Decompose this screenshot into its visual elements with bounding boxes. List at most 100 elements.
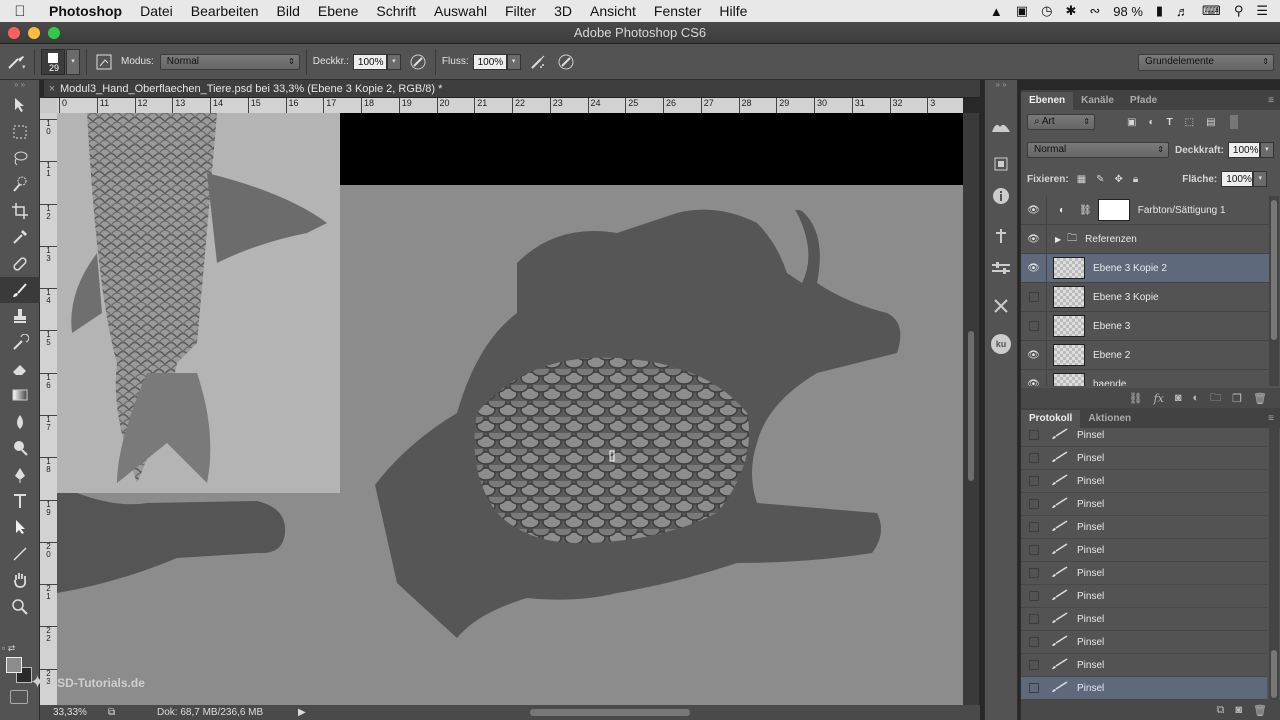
fill-input[interactable]: 100% [1221, 171, 1254, 187]
history-item[interactable]: Pinsel [1021, 539, 1267, 562]
layer-row-ebene3-kopie[interactable]: Ebene 3 Kopie [1021, 282, 1269, 312]
history-item[interactable]: Pinsel [1021, 424, 1267, 447]
canvas-vscroll-thumb[interactable] [968, 331, 974, 481]
adobe-status-icon[interactable]: ▲ [990, 4, 1003, 19]
layer-row-haende[interactable]: 👁︎ haende [1021, 369, 1269, 386]
tools-settings-panel-icon[interactable] [985, 290, 1017, 322]
quick-select-tool[interactable] [0, 171, 40, 197]
kuler-panel-icon[interactable]: ku [985, 328, 1017, 360]
blend-mode-dropdown[interactable]: Normal ⇕ [1027, 142, 1169, 158]
battery-icon[interactable]: ▮ [1156, 3, 1163, 19]
new-snapshot-icon[interactable]: ◙ [1235, 704, 1242, 716]
toolbar-collapse-grip[interactable]: » » [0, 80, 39, 92]
tool-preset-brush-icon[interactable]: ▾ [6, 51, 28, 73]
mask-link-icon[interactable]: ⛓︎ [1079, 205, 1092, 216]
history-item[interactable]: Pinsel [1021, 470, 1267, 493]
close-window-button[interactable] [8, 27, 20, 39]
minimize-window-button[interactable] [28, 27, 40, 39]
new-adjustment-icon[interactable]: ◐ [1193, 392, 1200, 404]
pen-tool[interactable] [0, 461, 40, 487]
opacity-slider-arrow[interactable]: ▾ [386, 53, 401, 70]
zoom-level[interactable]: 33,33% [53, 705, 87, 720]
clone-source-panel-icon[interactable] [985, 148, 1017, 180]
layers-panel-menu-icon[interactable]: ≡ [1268, 92, 1280, 110]
layer-row-ebene3[interactable]: Ebene 3 [1021, 311, 1269, 341]
apple-menu-icon[interactable]:  [0, 3, 40, 20]
layer-row-ebene2[interactable]: 👁︎ Ebene 2 [1021, 340, 1269, 370]
fill-arrow[interactable]: ▾ [1253, 171, 1268, 187]
history-item[interactable]: Pinsel [1021, 493, 1267, 516]
menu-hilfe[interactable]: Hilfe [710, 0, 756, 22]
history-item[interactable]: Pinsel [1021, 654, 1267, 677]
menu-bearbeiten[interactable]: Bearbeiten [182, 0, 268, 22]
tab-kanaele[interactable]: Kanäle [1073, 92, 1122, 110]
vertical-ruler[interactable]: 1 01 11 21 31 41 51 61 71 81 92 02 12 22… [40, 113, 57, 705]
menu-filter[interactable]: Filter [496, 0, 545, 22]
layers-scroll-thumb[interactable] [1271, 200, 1277, 340]
history-item[interactable]: Pinsel [1021, 562, 1267, 585]
workspace-dropdown[interactable]: Grundelemente ⇕ [1138, 54, 1274, 71]
mode-dropdown[interactable]: Normal ⇕ [159, 53, 300, 70]
flow-slider-arrow[interactable]: ▾ [506, 53, 521, 70]
document-canvas[interactable] [57, 113, 963, 705]
pressure-opacity-icon[interactable] [407, 51, 429, 73]
menu-schrift[interactable]: Schrift [367, 0, 425, 22]
layer-filter-kind-dropdown[interactable]: ⌕ Art ⇕ [1027, 114, 1095, 130]
filter-type-icon[interactable]: T [1167, 117, 1173, 128]
wifi-icon[interactable]: ∾ [1089, 3, 1100, 19]
bluetooth-icon[interactable]: ✱ [1065, 3, 1076, 19]
brush-presets-panel-icon[interactable] [985, 110, 1017, 142]
menu-3d[interactable]: 3D [545, 0, 581, 22]
history-brush-tool[interactable] [0, 330, 40, 356]
horizontal-ruler[interactable]: 0 11 12 13 14 15 16 17 18 19 20 21 22 23 24 25 26 27 28 29 3… [57, 98, 963, 113]
eraser-tool[interactable] [0, 356, 40, 382]
camera-status-icon[interactable]: ▣ [1016, 3, 1028, 19]
history-snapshot-checkbox[interactable] [1029, 545, 1039, 555]
menu-bild[interactable]: Bild [268, 0, 309, 22]
layer-mask-thumbnail[interactable] [1097, 199, 1130, 221]
history-snapshot-checkbox[interactable] [1029, 499, 1039, 509]
layer-row-farbton[interactable]: 👁︎ ◐ ⛓︎ Farbton/Sättigung 1 [1021, 196, 1269, 225]
status-export-icon[interactable]: ⧉ [108, 705, 115, 720]
adjustments-panel-icon[interactable] [985, 252, 1017, 284]
document-tab[interactable]: × Modul3_Hand_Oberflaechen_Tiere.psd bei … [44, 80, 980, 98]
time-machine-icon[interactable]: ◷ [1041, 3, 1052, 19]
layer-row-ebene3-kopie2[interactable]: 👁︎ Ebene 3 Kopie 2 [1021, 253, 1269, 283]
foreground-color-swatch[interactable] [6, 657, 22, 673]
layer-visibility-eye-icon[interactable]: 👁︎ [1021, 224, 1047, 254]
layer-visibility-empty[interactable] [1021, 311, 1047, 341]
layer-visibility-empty[interactable] [1021, 282, 1047, 312]
delete-state-icon[interactable]: 🗑︎ [1253, 704, 1267, 717]
history-snapshot-checkbox[interactable] [1029, 660, 1039, 670]
line-tool[interactable] [0, 541, 40, 567]
move-tool[interactable] [0, 92, 40, 118]
group-expand-triangle-icon[interactable]: ▶ [1055, 235, 1061, 244]
history-item-current[interactable]: Pinsel [1021, 677, 1267, 700]
filter-shape-icon[interactable]: ⬚ [1185, 117, 1194, 128]
history-snapshot-checkbox[interactable] [1029, 637, 1039, 647]
keyboard-icon[interactable]: ⌨ [1202, 3, 1221, 19]
new-document-from-state-icon[interactable]: ⧉ [1217, 704, 1225, 717]
history-item[interactable]: Pinsel [1021, 608, 1267, 631]
history-snapshot-checkbox[interactable] [1029, 430, 1039, 440]
lock-image-brush-icon[interactable]: ✎ [1096, 174, 1104, 185]
layer-opacity-arrow[interactable]: ▾ [1259, 142, 1274, 158]
info-panel-icon[interactable] [985, 180, 1017, 212]
history-scrollbar[interactable] [1269, 424, 1279, 700]
history-item[interactable]: Pinsel [1021, 516, 1267, 539]
brush-picker-arrow[interactable]: ▾ [66, 48, 80, 75]
history-scroll-thumb[interactable] [1271, 650, 1277, 698]
eyedropper-tool[interactable] [0, 224, 40, 250]
lock-position-icon[interactable]: ✥ [1115, 174, 1123, 185]
flow-input[interactable]: 100% [472, 53, 507, 70]
history-snapshot-checkbox[interactable] [1029, 522, 1039, 532]
history-snapshot-checkbox[interactable] [1029, 591, 1039, 601]
quick-mask-icon[interactable] [10, 690, 28, 704]
brush-panel-toggle-icon[interactable] [93, 51, 115, 73]
filter-pixel-icon[interactable]: ▣ [1127, 117, 1136, 128]
pressure-size-icon[interactable] [555, 51, 577, 73]
hand-tool[interactable] [0, 567, 40, 593]
ruler-origin[interactable] [40, 98, 57, 113]
history-snapshot-checkbox[interactable] [1029, 683, 1039, 693]
history-item[interactable]: Pinsel [1021, 631, 1267, 654]
